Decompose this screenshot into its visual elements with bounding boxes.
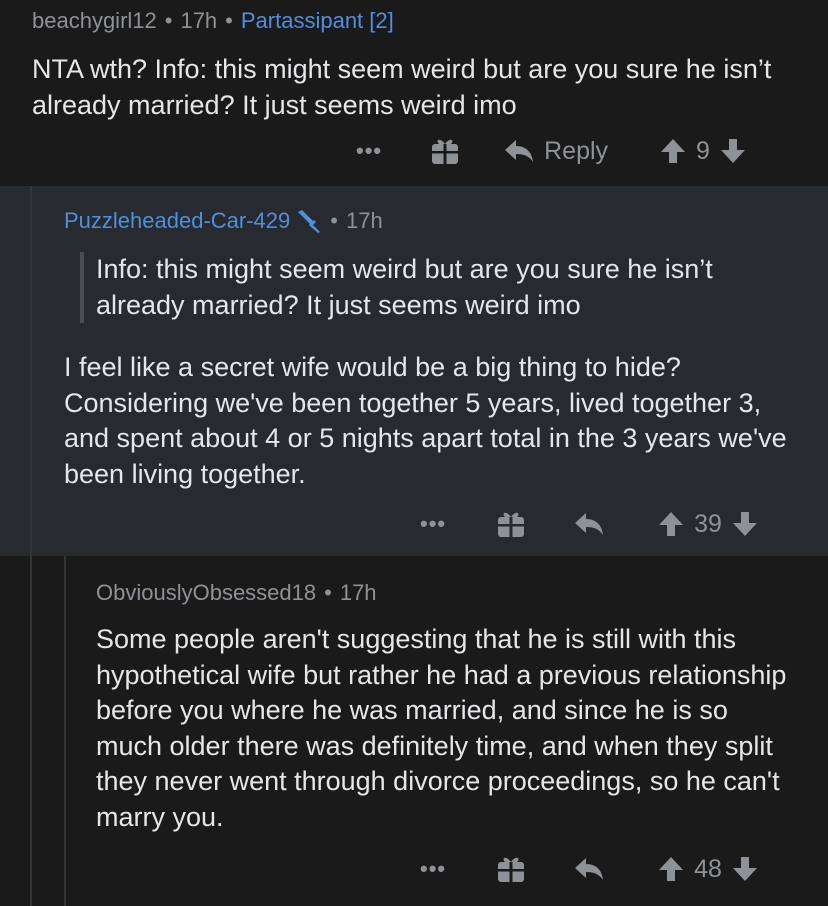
- comment-author[interactable]: ObviouslyObsessed18: [96, 580, 316, 606]
- upvote-button[interactable]: [658, 856, 684, 882]
- comment-actions: ••• 48: [420, 854, 758, 884]
- comment-body: NTA wth? Info: this might seem weird but…: [32, 54, 772, 120]
- vote-score: 39: [694, 509, 722, 538]
- more-options-button[interactable]: •••: [356, 138, 382, 164]
- upvote-arrow-icon: [661, 139, 686, 163]
- upvote-arrow-icon: [659, 512, 684, 536]
- comment-meta: Puzzleheaded-Car-429 • 17h: [64, 208, 383, 234]
- award-button[interactable]: [496, 854, 526, 884]
- gift-icon: [498, 857, 525, 882]
- comment-meta: beachygirl12 • 17h • Partassipant [2]: [32, 8, 394, 34]
- thread-line[interactable]: [30, 186, 32, 556]
- separator-dot: •: [330, 208, 338, 233]
- vote-score: 9: [696, 136, 710, 165]
- thread-line[interactable]: [30, 556, 32, 906]
- comment-meta: ObviouslyObsessed18 • 17h: [96, 580, 377, 606]
- downvote-arrow-icon: [732, 857, 757, 881]
- downvote-button[interactable]: [732, 856, 758, 882]
- award-button[interactable]: [430, 136, 460, 166]
- vote-score: 48: [694, 854, 722, 883]
- comment-time: 17h: [339, 580, 377, 605]
- gift-icon: [498, 512, 525, 537]
- comment-3: ObviouslyObsessed18 • 17h Some people ar…: [0, 556, 828, 906]
- reply-button[interactable]: [574, 511, 604, 537]
- downvote-button[interactable]: [720, 138, 746, 164]
- gift-icon: [432, 139, 459, 164]
- award-button[interactable]: [496, 509, 526, 539]
- comment-body: Some people aren't suggesting that he is…: [96, 624, 787, 832]
- reply-label: Reply: [544, 136, 609, 165]
- reply-button[interactable]: [574, 856, 604, 882]
- mod-sword-icon: [296, 209, 322, 233]
- reply-arrow-icon: [505, 140, 534, 162]
- comment-author[interactable]: beachygirl12: [32, 8, 157, 34]
- comment-time: 17h: [345, 208, 383, 233]
- comment-1: beachygirl12 • 17h • Partassipant [2] NT…: [0, 0, 828, 186]
- comment-actions: ••• 39: [420, 509, 758, 539]
- comment-2: Puzzleheaded-Car-429 • 17h Info: this mi…: [0, 186, 828, 556]
- reply-arrow-icon: [575, 858, 604, 880]
- thread-line[interactable]: [64, 556, 66, 906]
- downvote-arrow-icon: [720, 139, 745, 163]
- reply-button[interactable]: Reply: [504, 137, 608, 166]
- comment-body: I feel like a secret wife would be a big…: [64, 352, 787, 489]
- quoted-text: Info: this might seem weird but are you …: [80, 252, 796, 323]
- user-flair: Partassipant [2]: [240, 8, 394, 33]
- more-options-button[interactable]: •••: [420, 856, 446, 882]
- separator-dot: •: [164, 8, 173, 33]
- upvote-arrow-icon: [659, 857, 684, 881]
- upvote-button[interactable]: [660, 138, 686, 164]
- more-options-button[interactable]: •••: [420, 511, 446, 537]
- upvote-button[interactable]: [658, 511, 684, 537]
- separator-dot: •: [324, 580, 332, 605]
- comment-time: 17h: [180, 8, 218, 33]
- comment-author[interactable]: Puzzleheaded-Car-429: [64, 208, 290, 234]
- separator-dot: •: [225, 8, 233, 33]
- downvote-button[interactable]: [732, 511, 758, 537]
- comment-actions: ••• Reply 9: [356, 136, 746, 166]
- reply-arrow-icon: [575, 513, 604, 535]
- downvote-arrow-icon: [732, 512, 757, 536]
